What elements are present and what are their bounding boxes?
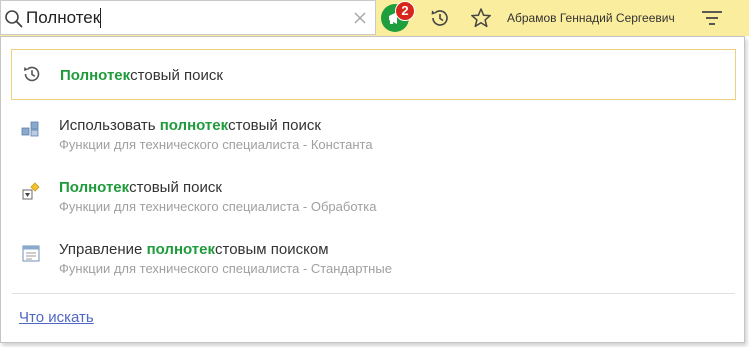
match-highlight: Полнотек (60, 67, 131, 84)
search-icon (5, 10, 23, 28)
what-to-search-link[interactable]: Что искать (19, 309, 94, 326)
match-highlight: полнотек (159, 117, 229, 134)
history-icon (24, 66, 40, 82)
star-icon[interactable] (470, 7, 492, 29)
result-title: Использовать полнотекстовый поиск (59, 117, 321, 134)
result-item[interactable]: Полнотекстовый поиск (11, 49, 736, 100)
result-item[interactable]: Полнотекстовый поиск Функции для техниче… (11, 175, 736, 225)
form-window-icon (22, 245, 40, 262)
search-suggestions-dropdown: Полнотекстовый поиск Использовать полнот… (0, 36, 745, 343)
history-icon[interactable] (429, 7, 451, 29)
notifications-button[interactable]: 2 (381, 1, 415, 33)
divider (12, 293, 735, 294)
match-highlight: полнотек (146, 241, 215, 258)
result-title: Полнотекстовый поиск (59, 179, 222, 196)
title-rest: стовый поиск (130, 67, 223, 84)
title-rest: стовый поиск (228, 117, 321, 134)
result-subtitle: Функции для технического специалиста - С… (59, 261, 392, 276)
match-highlight: Полнотек (59, 179, 130, 196)
notification-count-badge: 2 (395, 1, 415, 21)
title-rest: стовый поиск (129, 179, 222, 196)
menu-icon[interactable] (702, 9, 722, 27)
text-caret (100, 8, 101, 28)
data-processor-icon (22, 182, 40, 200)
title-prefix: Управление (59, 241, 147, 258)
result-subtitle: Функции для технического специалиста - К… (59, 137, 373, 152)
close-icon[interactable] (354, 12, 366, 24)
search-input[interactable] (26, 6, 346, 30)
result-title: Полнотекстовый поиск (60, 67, 223, 84)
top-bar: 2 Абрамов Геннадий Сергеевич (0, 0, 749, 36)
result-title: Управление полнотекстовым поиском (59, 241, 329, 258)
result-item[interactable]: Управление полнотекстовым поиском Функци… (11, 237, 736, 287)
constant-icon (21, 121, 39, 137)
title-rest: стовым поиском (215, 241, 329, 258)
result-subtitle: Функции для технического специалиста - О… (59, 199, 377, 214)
title-prefix: Использовать (59, 117, 160, 134)
search-box[interactable] (0, 0, 376, 35)
result-item[interactable]: Использовать полнотекстовый поиск Функци… (11, 113, 736, 163)
user-name[interactable]: Абрамов Геннадий Сергеевич (507, 11, 675, 25)
